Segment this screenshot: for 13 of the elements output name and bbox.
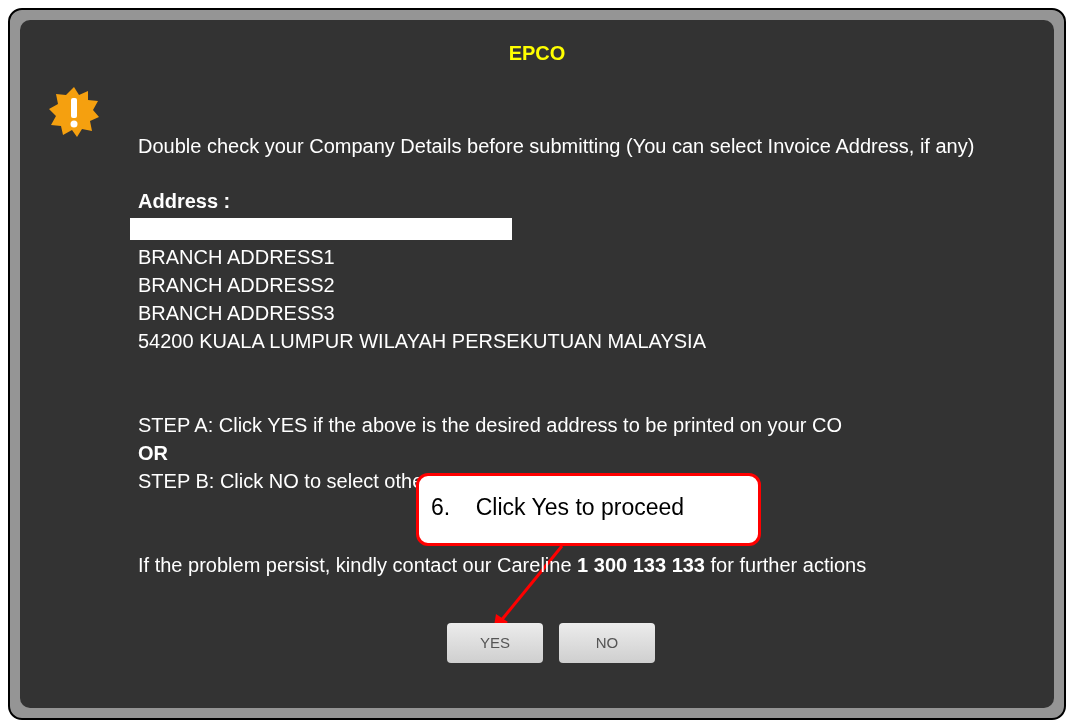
address-line: BRANCH ADDRESS1: [138, 245, 336, 270]
dialog-button[interactable]: YES: [447, 623, 543, 663]
address-line: 54200 KUALA LUMPUR WILAYAH PERSEKUTUAN MALAYSIA: [138, 329, 707, 354]
callout-text: 6. Click Yes to proceed: [431, 494, 685, 520]
instruction-text: Double check your Company Details before submitting (You can select Invoice Address, if any): [138, 134, 976, 159]
warning-icon: [48, 86, 100, 138]
step-text: OR: [138, 441, 169, 466]
dialog-button[interactable]: NO: [559, 623, 655, 663]
address-line: BRANCH ADDRESS2: [138, 273, 336, 298]
step-text: STEP A: Click YES if the above is the desired address to be printed on your CO: [138, 413, 844, 438]
address-line: BRANCH ADDRESS3: [138, 301, 336, 326]
address-label: Address :: [138, 189, 232, 214]
dialog-title: EPCO: [508, 41, 566, 66]
